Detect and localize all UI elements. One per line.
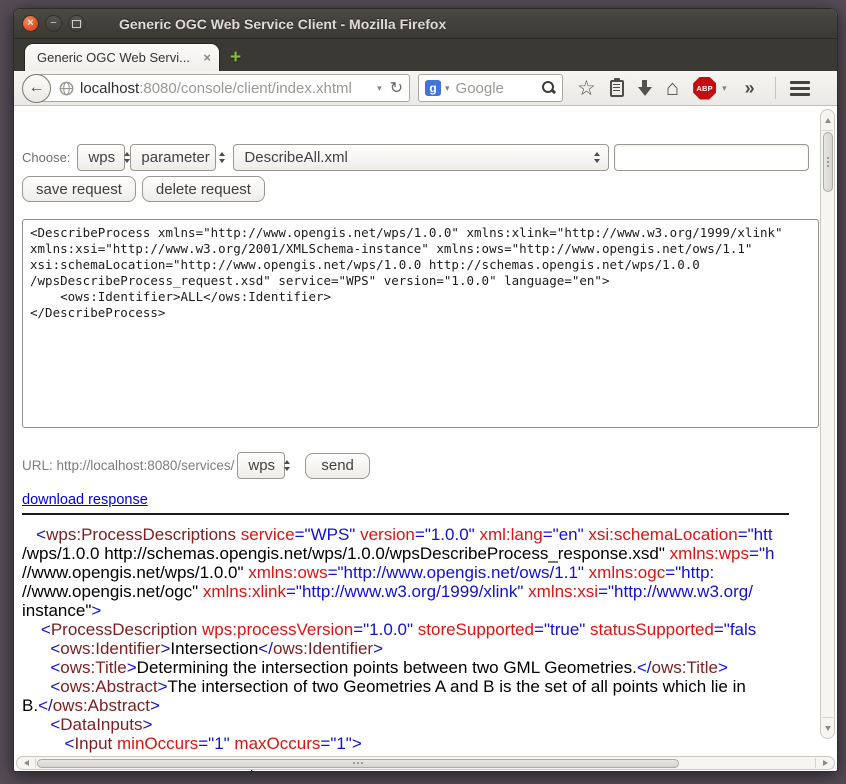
service-select[interactable]: wps (77, 144, 125, 171)
stepper-icon (585, 152, 600, 163)
navigation-toolbar: ← localhost:8080/console/client/index.xh… (14, 71, 837, 106)
send-service-select[interactable]: wps (237, 452, 285, 479)
choose-label: Choose: (22, 150, 70, 165)
window-minimize-button[interactable]: − (45, 15, 62, 32)
category-select[interactable]: parameter (130, 144, 216, 171)
window-title: Generic OGC Web Service Client - Mozilla… (119, 16, 446, 32)
stepper-icon (115, 152, 130, 163)
new-tab-button[interactable]: + (230, 48, 241, 67)
tab-generic-ogc-client[interactable]: Generic OGC Web Servi... × (24, 43, 220, 71)
window-maximize-button[interactable] (68, 15, 85, 32)
bookmarks-menu-icon[interactable] (610, 80, 624, 97)
tab-bar: Generic OGC Web Servi... × + (14, 39, 837, 71)
vertical-scrollbar[interactable] (820, 109, 835, 739)
response-xml: <wps:ProcessDescriptions service="WPS" v… (22, 525, 827, 771)
send-button[interactable]: send (305, 453, 370, 479)
menu-hamburger-icon[interactable] (790, 78, 810, 99)
home-icon[interactable]: ⌂ (666, 78, 679, 98)
reload-icon[interactable]: ↻ (390, 78, 403, 98)
delete-request-button[interactable]: delete request (142, 176, 265, 202)
horizontal-scrollbar-thumb[interactable] (37, 759, 679, 768)
toolbar-icons: ☆ ⌂ ABP ▾ » (577, 77, 810, 100)
response-divider (22, 513, 789, 515)
download-response-link[interactable]: download response (22, 492, 148, 508)
adblock-plus-icon[interactable]: ABP (693, 77, 716, 100)
window-close-button[interactable]: × (22, 15, 39, 32)
close-icon: × (27, 18, 33, 29)
abp-dropdown-caret-icon[interactable]: ▾ (722, 83, 727, 94)
bookmark-star-icon[interactable]: ☆ (577, 78, 596, 99)
url-bar[interactable]: localhost:8080/console/client/index.xhtm… (36, 74, 410, 102)
firefox-window: × − Generic OGC Web Service Client - Moz… (13, 8, 838, 772)
request-buttons-row: save request delete request (22, 176, 809, 202)
back-button[interactable]: ← (22, 74, 51, 103)
choose-row: Choose: wps parameter DescribeAll.xml (22, 144, 809, 171)
horizontal-scrollbar[interactable] (16, 756, 835, 770)
search-icon[interactable] (542, 81, 556, 95)
scroll-up-arrow-icon[interactable] (822, 110, 833, 131)
url-host: localhost (80, 80, 139, 97)
service-url-label: URL: http://localhost:8080/services/ (22, 458, 234, 473)
scroll-right-arrow-icon[interactable] (815, 758, 834, 768)
google-favicon: g (425, 80, 441, 96)
search-engine-caret-icon[interactable]: ▾ (445, 83, 450, 94)
send-row: URL: http://localhost:8080/services/ wps… (22, 452, 809, 479)
overflow-chevron-icon[interactable]: » (745, 78, 755, 99)
vertical-scrollbar-thumb[interactable] (823, 132, 833, 192)
back-icon: ← (29, 79, 45, 97)
scroll-down-arrow-icon[interactable] (822, 717, 833, 738)
save-request-button[interactable]: save request (22, 176, 136, 202)
new-tab-icon: + (230, 47, 241, 68)
page-content: Choose: wps parameter DescribeAll.xml (14, 106, 837, 771)
maximize-icon (72, 20, 81, 28)
titlebar[interactable]: × − Generic OGC Web Service Client - Moz… (14, 9, 837, 39)
request-file-select[interactable]: DescribeAll.xml (233, 144, 609, 171)
toolbar-separator (775, 77, 776, 99)
search-input[interactable]: Google (456, 80, 542, 97)
request-name-input[interactable] (614, 144, 809, 171)
tab-close-icon[interactable]: × (203, 50, 211, 65)
search-box[interactable]: g ▾ Google (418, 74, 563, 102)
url-path: :8080/console/client/index.xhtml (139, 80, 373, 97)
stepper-icon (275, 460, 290, 471)
url-dropdown-caret-icon[interactable]: ▾ (377, 83, 382, 94)
stepper-icon (210, 152, 225, 163)
downloads-icon[interactable] (638, 80, 652, 96)
globe-icon (59, 81, 74, 96)
scroll-left-arrow-icon[interactable] (17, 758, 36, 768)
request-xml-editor[interactable]: <DescribeProcess xmlns="http://www.openg… (22, 219, 819, 428)
minimize-icon: − (50, 18, 56, 29)
tab-label: Generic OGC Web Servi... (37, 50, 197, 65)
